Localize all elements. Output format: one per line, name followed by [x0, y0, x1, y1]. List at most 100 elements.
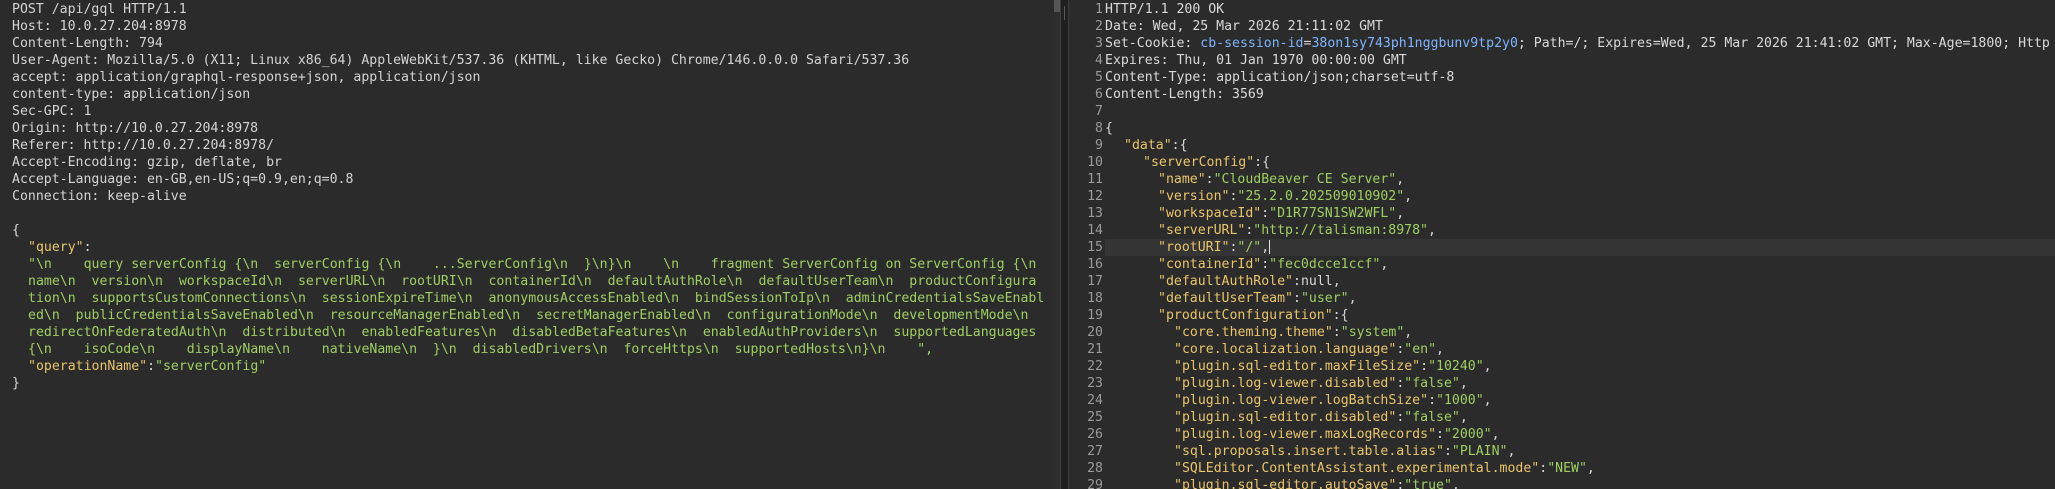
json-string: "\n query serverConfig {\n serverConfig …	[28, 257, 1037, 272]
line-number-gutter: 1 2 3 4 5 6 7 8 9 10 11 12 13 14 15 16 17 18 19 20 21 22 23 24 2…	[1069, 1, 1103, 489]
splitter-grip	[1064, 6, 1065, 20]
json-comma: ,	[1459, 410, 1468, 425]
json-value: "system"	[1340, 325, 1405, 340]
query-value-line: name\n version\n workspaceId\n serverURL…	[12, 273, 1052, 290]
request-header-line: POST /api/gql HTTP/1.1	[12, 1, 1052, 18]
json-value: "/"	[1237, 240, 1262, 255]
json-value: "false"	[1404, 376, 1460, 391]
json-colon: :	[1332, 308, 1341, 323]
request-header-line: Content-Length: 794	[12, 35, 1052, 52]
cookie-value: 38on1sy743ph1nggbunv9tp2y0	[1311, 36, 1518, 51]
line-number: 18	[1087, 291, 1103, 306]
json-line: "plugin.sql-editor.disabled":"false",	[1105, 409, 2055, 426]
json-value: "PLAIN"	[1451, 444, 1508, 459]
json-string: "serverConfig"	[155, 359, 267, 374]
json-brace: {	[1105, 121, 1113, 136]
json-line: "workspaceId":"D1R77SN1SW2WFL",	[1105, 205, 2055, 222]
json-key: "productConfiguration"	[1158, 308, 1333, 323]
line-number: 16	[1087, 257, 1103, 272]
request-header-text: Referer: http://10.0.27.204:8978/	[12, 138, 275, 153]
json-key: "core.localization.language"	[1174, 342, 1397, 357]
json-value: {	[1179, 138, 1188, 153]
json-close-brace: }	[12, 376, 20, 391]
request-editor[interactable]: POST /api/gql HTTP/1.1 Host: 10.0.27.204:…	[0, 0, 1060, 489]
request-header-text: Host: 10.0.27.204:8978	[12, 19, 187, 34]
json-comma: ,	[1396, 206, 1405, 221]
line-number: 25	[1087, 410, 1103, 425]
request-header-text: Sec-GPC: 1	[12, 104, 92, 119]
json-line: "core.localization.language":"en",	[1105, 341, 2055, 358]
line-number: 23	[1087, 376, 1103, 391]
json-key: "defaultAuthRole"	[1158, 274, 1293, 289]
json-line: "plugin.sql-editor.maxFileSize":"10240",	[1105, 358, 2055, 375]
json-value: {	[1340, 308, 1349, 323]
json-line: "sql.proposals.insert.table.alias":"PLAI…	[1105, 443, 2055, 460]
set-cookie-prefix: Set-Cookie:	[1105, 36, 1201, 51]
json-value: "fec0dcce1ccf"	[1269, 257, 1381, 272]
json-comma: ,	[1586, 461, 1595, 476]
json-key: "plugin.sql-editor.disabled"	[1174, 410, 1397, 425]
json-key: "workspaceId"	[1158, 206, 1262, 221]
line-number: 19	[1087, 308, 1103, 323]
request-text[interactable]: POST /api/gql HTTP/1.1 Host: 10.0.27.204:…	[12, 1, 1052, 392]
json-key: "plugin.log-viewer.maxLogRecords"	[1174, 427, 1437, 442]
cookie-name: cb-session-id	[1200, 36, 1304, 51]
cookie-attributes: ; Path=/; Expires=Wed, 25 Mar 2026 21:41…	[1517, 36, 2050, 51]
json-colon: :	[1420, 359, 1429, 374]
json-colon: :	[1292, 274, 1301, 289]
json-key: "defaultUserTeam"	[1158, 291, 1293, 306]
json-line: "serverConfig":{	[1105, 154, 2055, 171]
json-string: {\n isoCode\n displayName\n nativeName\n…	[28, 342, 934, 357]
json-key: "plugin.log-viewer.disabled"	[1174, 376, 1397, 391]
json-key: "containerId"	[1158, 257, 1262, 272]
expires-header: Expires: Thu, 01 Jan 1970 00:00:00 GMT	[1105, 53, 1407, 68]
json-key: "plugin.log-viewer.logBatchSize"	[1174, 393, 1429, 408]
json-line: "rootURI":"/",	[1105, 239, 2055, 256]
line-number: 6	[1095, 87, 1103, 102]
line-number: 5	[1095, 70, 1103, 85]
json-line: "name":"CloudBeaver CE Server",	[1105, 171, 2055, 188]
line-number: 17	[1087, 274, 1103, 289]
line-number: 3	[1095, 36, 1103, 51]
json-comma: ,	[1483, 359, 1492, 374]
json-line: "core.theming.theme":"system",	[1105, 324, 2055, 341]
json-line: "defaultAuthRole":null,	[1105, 273, 2055, 290]
json-value: "1000"	[1436, 393, 1484, 408]
json-key: "operationName"	[28, 359, 148, 374]
line-number: 11	[1087, 172, 1103, 187]
pane-splitter[interactable]	[1060, 0, 1069, 489]
json-key: "plugin.sql-editor.autoSave"	[1174, 478, 1397, 489]
line-number: 29	[1087, 478, 1103, 489]
json-comma: ,	[1380, 257, 1389, 272]
json-string: redirectOnFederatedAuth\n distributed\n …	[28, 325, 1037, 340]
json-key: "version"	[1158, 189, 1230, 204]
request-header-text: Connection: keep-alive	[12, 189, 187, 204]
response-editor[interactable]: 1 2 3 4 5 6 7 8 9 10 11 12 13 14 15 16 17 18 19 20 21 22 23 24 2…	[1069, 0, 2055, 489]
line-number: 10	[1087, 155, 1103, 170]
json-key: "SQLEditor.ContentAssistant.experimental…	[1174, 461, 1540, 476]
json-line: "data":{	[1105, 137, 2055, 154]
line-number: 13	[1087, 206, 1103, 221]
query-value-line: ed\n publicCredentialsSaveEnabled\n reso…	[12, 307, 1052, 324]
json-key: "rootURI"	[1158, 240, 1230, 255]
line-number: 7	[1095, 104, 1103, 119]
json-colon: :	[1254, 155, 1263, 170]
json-comma: ,	[1348, 291, 1357, 306]
line-number: 21	[1087, 342, 1103, 357]
query-value-line: {\n isoCode\n displayName\n nativeName\n…	[12, 341, 1052, 358]
json-comma: ,	[1483, 393, 1492, 408]
json-value: "2000"	[1443, 427, 1492, 442]
json-value: {	[1262, 155, 1271, 170]
json-string: name\n version\n workspaceId\n serverURL…	[28, 274, 1037, 289]
json-comma: ,	[1459, 376, 1468, 391]
request-header-text: Content-Length: 794	[12, 36, 163, 51]
line-number: 24	[1087, 393, 1103, 408]
json-comma: ,	[1427, 223, 1436, 238]
text-cursor	[1269, 240, 1271, 254]
request-header-line: Connection: keep-alive	[12, 188, 1052, 205]
response-text[interactable]: HTTP/1.1 200 OK Date: Wed, 25 Mar 2026 21…	[1105, 1, 2055, 489]
json-colon: :	[1428, 393, 1437, 408]
json-key: "name"	[1158, 172, 1206, 187]
